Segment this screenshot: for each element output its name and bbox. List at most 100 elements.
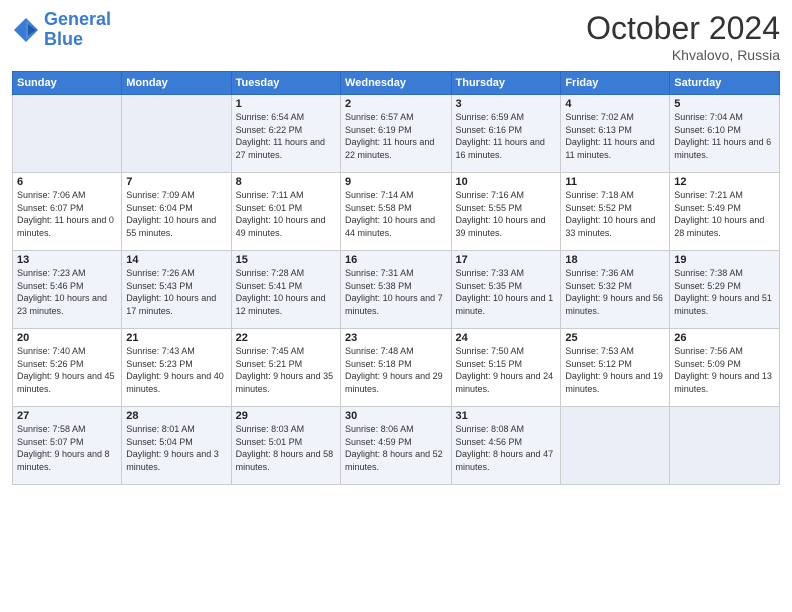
col-wednesday: Wednesday <box>341 72 451 95</box>
calendar-week-row: 20Sunrise: 7:40 AMSunset: 5:26 PMDayligh… <box>13 329 780 407</box>
day-detail: Sunrise: 7:21 AMSunset: 5:49 PMDaylight:… <box>674 189 775 239</box>
table-row: 11Sunrise: 7:18 AMSunset: 5:52 PMDayligh… <box>561 173 670 251</box>
day-number: 27 <box>17 410 117 422</box>
day-number: 20 <box>17 332 117 344</box>
day-number: 21 <box>126 332 226 344</box>
day-number: 16 <box>345 254 446 266</box>
day-detail: Sunrise: 7:09 AMSunset: 6:04 PMDaylight:… <box>126 189 226 239</box>
table-row: 8Sunrise: 7:11 AMSunset: 6:01 PMDaylight… <box>231 173 340 251</box>
table-row: 26Sunrise: 7:56 AMSunset: 5:09 PMDayligh… <box>670 329 780 407</box>
table-row: 1Sunrise: 6:54 AMSunset: 6:22 PMDaylight… <box>231 95 340 173</box>
day-number: 25 <box>565 332 665 344</box>
table-row: 25Sunrise: 7:53 AMSunset: 5:12 PMDayligh… <box>561 329 670 407</box>
day-detail: Sunrise: 7:33 AMSunset: 5:35 PMDaylight:… <box>456 267 557 317</box>
table-row: 17Sunrise: 7:33 AMSunset: 5:35 PMDayligh… <box>451 251 561 329</box>
table-row: 15Sunrise: 7:28 AMSunset: 5:41 PMDayligh… <box>231 251 340 329</box>
day-detail: Sunrise: 7:58 AMSunset: 5:07 PMDaylight:… <box>17 423 117 473</box>
day-number: 15 <box>236 254 336 266</box>
logo-text: General Blue <box>44 10 111 50</box>
day-detail: Sunrise: 7:11 AMSunset: 6:01 PMDaylight:… <box>236 189 336 239</box>
col-monday: Monday <box>122 72 231 95</box>
day-number: 14 <box>126 254 226 266</box>
logo-general: General <box>44 9 111 29</box>
calendar-week-row: 27Sunrise: 7:58 AMSunset: 5:07 PMDayligh… <box>13 407 780 485</box>
table-row <box>561 407 670 485</box>
table-row <box>122 95 231 173</box>
table-row: 10Sunrise: 7:16 AMSunset: 5:55 PMDayligh… <box>451 173 561 251</box>
day-number: 18 <box>565 254 665 266</box>
day-number: 1 <box>236 98 336 110</box>
day-number: 6 <box>17 176 117 188</box>
day-number: 31 <box>456 410 557 422</box>
day-number: 26 <box>674 332 775 344</box>
table-row: 12Sunrise: 7:21 AMSunset: 5:49 PMDayligh… <box>670 173 780 251</box>
calendar-week-row: 13Sunrise: 7:23 AMSunset: 5:46 PMDayligh… <box>13 251 780 329</box>
day-number: 30 <box>345 410 446 422</box>
day-detail: Sunrise: 8:08 AMSunset: 4:56 PMDaylight:… <box>456 423 557 473</box>
day-detail: Sunrise: 7:28 AMSunset: 5:41 PMDaylight:… <box>236 267 336 317</box>
logo-blue: Blue <box>44 29 83 49</box>
day-number: 11 <box>565 176 665 188</box>
day-detail: Sunrise: 7:53 AMSunset: 5:12 PMDaylight:… <box>565 345 665 395</box>
day-number: 5 <box>674 98 775 110</box>
calendar-week-row: 6Sunrise: 7:06 AMSunset: 6:07 PMDaylight… <box>13 173 780 251</box>
col-thursday: Thursday <box>451 72 561 95</box>
day-detail: Sunrise: 7:43 AMSunset: 5:23 PMDaylight:… <box>126 345 226 395</box>
day-detail: Sunrise: 7:36 AMSunset: 5:32 PMDaylight:… <box>565 267 665 317</box>
day-detail: Sunrise: 7:18 AMSunset: 5:52 PMDaylight:… <box>565 189 665 239</box>
day-detail: Sunrise: 8:01 AMSunset: 5:04 PMDaylight:… <box>126 423 226 473</box>
day-detail: Sunrise: 7:04 AMSunset: 6:10 PMDaylight:… <box>674 111 775 161</box>
header: General Blue October 2024 Khvalovo, Russ… <box>12 10 780 63</box>
day-number: 3 <box>456 98 557 110</box>
day-detail: Sunrise: 8:06 AMSunset: 4:59 PMDaylight:… <box>345 423 446 473</box>
day-number: 22 <box>236 332 336 344</box>
table-row: 14Sunrise: 7:26 AMSunset: 5:43 PMDayligh… <box>122 251 231 329</box>
table-row: 28Sunrise: 8:01 AMSunset: 5:04 PMDayligh… <box>122 407 231 485</box>
table-row: 2Sunrise: 6:57 AMSunset: 6:19 PMDaylight… <box>341 95 451 173</box>
logo: General Blue <box>12 10 111 50</box>
col-sunday: Sunday <box>13 72 122 95</box>
logo-icon <box>12 16 40 44</box>
calendar-header-row: Sunday Monday Tuesday Wednesday Thursday… <box>13 72 780 95</box>
table-row: 16Sunrise: 7:31 AMSunset: 5:38 PMDayligh… <box>341 251 451 329</box>
day-detail: Sunrise: 7:48 AMSunset: 5:18 PMDaylight:… <box>345 345 446 395</box>
table-row: 6Sunrise: 7:06 AMSunset: 6:07 PMDaylight… <box>13 173 122 251</box>
table-row: 9Sunrise: 7:14 AMSunset: 5:58 PMDaylight… <box>341 173 451 251</box>
day-detail: Sunrise: 7:38 AMSunset: 5:29 PMDaylight:… <box>674 267 775 317</box>
day-detail: Sunrise: 7:50 AMSunset: 5:15 PMDaylight:… <box>456 345 557 395</box>
table-row <box>13 95 122 173</box>
day-detail: Sunrise: 7:31 AMSunset: 5:38 PMDaylight:… <box>345 267 446 317</box>
day-detail: Sunrise: 8:03 AMSunset: 5:01 PMDaylight:… <box>236 423 336 473</box>
day-detail: Sunrise: 7:56 AMSunset: 5:09 PMDaylight:… <box>674 345 775 395</box>
day-number: 28 <box>126 410 226 422</box>
table-row: 7Sunrise: 7:09 AMSunset: 6:04 PMDaylight… <box>122 173 231 251</box>
table-row: 30Sunrise: 8:06 AMSunset: 4:59 PMDayligh… <box>341 407 451 485</box>
day-detail: Sunrise: 7:14 AMSunset: 5:58 PMDaylight:… <box>345 189 446 239</box>
calendar-week-row: 1Sunrise: 6:54 AMSunset: 6:22 PMDaylight… <box>13 95 780 173</box>
day-detail: Sunrise: 7:40 AMSunset: 5:26 PMDaylight:… <box>17 345 117 395</box>
day-number: 17 <box>456 254 557 266</box>
day-number: 23 <box>345 332 446 344</box>
day-number: 9 <box>345 176 446 188</box>
day-detail: Sunrise: 7:23 AMSunset: 5:46 PMDaylight:… <box>17 267 117 317</box>
day-detail: Sunrise: 6:59 AMSunset: 6:16 PMDaylight:… <box>456 111 557 161</box>
day-number: 19 <box>674 254 775 266</box>
day-detail: Sunrise: 7:06 AMSunset: 6:07 PMDaylight:… <box>17 189 117 239</box>
col-saturday: Saturday <box>670 72 780 95</box>
table-row: 20Sunrise: 7:40 AMSunset: 5:26 PMDayligh… <box>13 329 122 407</box>
table-row: 21Sunrise: 7:43 AMSunset: 5:23 PMDayligh… <box>122 329 231 407</box>
day-number: 29 <box>236 410 336 422</box>
table-row <box>670 407 780 485</box>
table-row: 31Sunrise: 8:08 AMSunset: 4:56 PMDayligh… <box>451 407 561 485</box>
day-detail: Sunrise: 7:45 AMSunset: 5:21 PMDaylight:… <box>236 345 336 395</box>
table-row: 22Sunrise: 7:45 AMSunset: 5:21 PMDayligh… <box>231 329 340 407</box>
day-number: 10 <box>456 176 557 188</box>
col-tuesday: Tuesday <box>231 72 340 95</box>
day-detail: Sunrise: 7:26 AMSunset: 5:43 PMDaylight:… <box>126 267 226 317</box>
location-subtitle: Khvalovo, Russia <box>586 47 780 63</box>
table-row: 4Sunrise: 7:02 AMSunset: 6:13 PMDaylight… <box>561 95 670 173</box>
day-detail: Sunrise: 6:54 AMSunset: 6:22 PMDaylight:… <box>236 111 336 161</box>
day-number: 2 <box>345 98 446 110</box>
title-block: October 2024 Khvalovo, Russia <box>586 10 780 63</box>
table-row: 3Sunrise: 6:59 AMSunset: 6:16 PMDaylight… <box>451 95 561 173</box>
